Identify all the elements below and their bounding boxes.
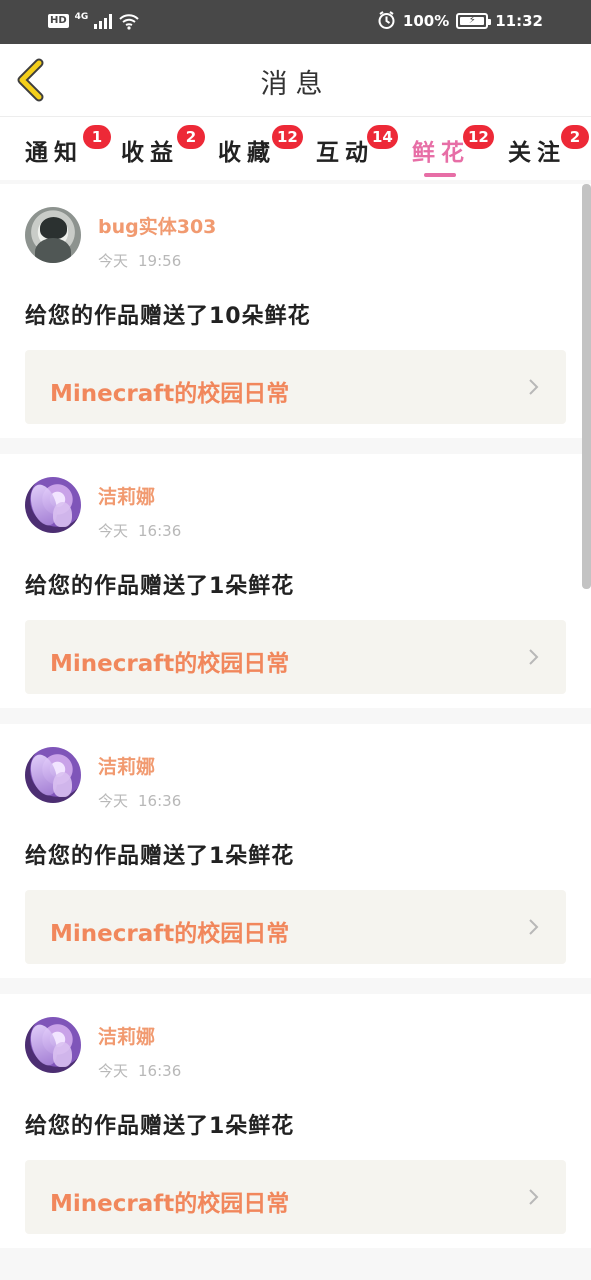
tab-label: 鲜花: [412, 140, 470, 166]
message-clock: 16:36: [138, 522, 182, 540]
flower-message-card: 洁莉娜 今天 16:36 给您的作品赠送了1朵鲜花 Minecraft的校园日常: [0, 454, 591, 708]
work-title: Minecraft的校园日常: [50, 921, 290, 947]
message-day: 今天: [98, 252, 129, 270]
sender-name[interactable]: 洁莉娜: [98, 752, 155, 779]
avatar[interactable]: [25, 747, 81, 803]
work-link[interactable]: Minecraft的校园日常: [25, 890, 566, 964]
message-day: 今天: [98, 1062, 129, 1080]
work-title: Minecraft的校园日常: [50, 651, 290, 677]
flower-message-card: 洁莉娜 今天 16:36 给您的作品赠送了1朵鲜花 Minecraft的校园日常: [0, 994, 591, 1248]
status-bar: HD 4G 100% ⚡ 11:32: [0, 0, 591, 44]
follows-badge: 2: [561, 125, 589, 149]
tab-favorites[interactable]: 收藏 12: [218, 125, 303, 167]
tab-flowers[interactable]: 鲜花 12: [412, 125, 494, 167]
message-time: 今天 16:36: [98, 520, 191, 541]
tab-label: 互动: [316, 140, 374, 166]
tab-label: 通知: [25, 140, 83, 166]
avatar[interactable]: [25, 477, 81, 533]
chevron-right-icon: [529, 649, 539, 665]
message-clock: 16:36: [138, 1062, 182, 1080]
page-title: 消息: [260, 69, 331, 100]
interactions-badge: 14: [367, 125, 398, 149]
avatar[interactable]: [25, 207, 81, 263]
notification-badge: 1: [83, 125, 111, 149]
earnings-badge: 2: [177, 125, 205, 149]
tab-notifications[interactable]: 通知 1: [25, 125, 111, 167]
message-day: 今天: [98, 522, 129, 540]
message-text: 给您的作品赠送了1朵鲜花: [25, 1114, 295, 1139]
flower-message-card: bug实体303 今天 19:56 给您的作品赠送了10朵鲜花 Minecraft…: [0, 184, 591, 438]
chevron-right-icon: [529, 1189, 539, 1205]
message-tabs: 通知 1 收益 2 收藏 12 互动 14 鲜花 12 关注 2: [0, 116, 591, 180]
message-time: 今天 19:56: [98, 250, 191, 271]
tab-label: 收藏: [218, 140, 276, 166]
message-text: 给您的作品赠送了10朵鲜花: [25, 304, 311, 329]
flowers-badge: 12: [463, 125, 494, 149]
network-type: 4G: [74, 12, 89, 22]
battery-percent: 100%: [402, 11, 450, 30]
active-tab-indicator: [424, 173, 456, 177]
sender-name[interactable]: bug实体303: [98, 212, 216, 239]
message-time: 今天 16:36: [98, 1060, 191, 1081]
battery-icon: ⚡: [456, 12, 492, 29]
tab-earnings[interactable]: 收益 2: [121, 125, 205, 167]
work-link[interactable]: Minecraft的校园日常: [25, 620, 566, 694]
status-time: 11:32: [495, 11, 543, 30]
message-time: 今天 16:36: [98, 790, 191, 811]
alarm-clock-icon: [378, 11, 395, 29]
message-day: 今天: [98, 792, 129, 810]
tab-label: 关注: [508, 140, 566, 166]
scrollbar[interactable]: [582, 184, 591, 589]
sender-name[interactable]: 洁莉娜: [98, 482, 155, 509]
signal-icon: [94, 13, 113, 29]
message-clock: 16:36: [138, 792, 182, 810]
status-left: HD 4G: [48, 12, 140, 30]
avatar[interactable]: [25, 1017, 81, 1073]
chevron-right-icon: [529, 379, 539, 395]
tab-interactions[interactable]: 互动 14: [316, 125, 398, 167]
message-text: 给您的作品赠送了1朵鲜花: [25, 844, 295, 869]
hd-indicator: HD: [48, 14, 69, 28]
page-header: 消息: [0, 44, 591, 116]
work-link[interactable]: Minecraft的校园日常: [25, 350, 566, 424]
status-right: 100% ⚡ 11:32: [377, 11, 543, 30]
work-link[interactable]: Minecraft的校园日常: [25, 1160, 566, 1234]
sender-name[interactable]: 洁莉娜: [98, 1022, 155, 1049]
work-title: Minecraft的校园日常: [50, 1191, 290, 1217]
work-title: Minecraft的校园日常: [50, 381, 290, 407]
message-text: 给您的作品赠送了1朵鲜花: [25, 574, 295, 599]
tab-label: 收益: [121, 140, 179, 166]
message-clock: 19:56: [138, 252, 182, 270]
tab-follows[interactable]: 关注 2: [508, 125, 589, 167]
favorites-badge: 12: [272, 125, 303, 149]
flower-message-card: 洁莉娜 今天 16:36 给您的作品赠送了1朵鲜花 Minecraft的校园日常: [0, 724, 591, 978]
wifi-icon: [119, 14, 140, 30]
chevron-right-icon: [529, 919, 539, 935]
